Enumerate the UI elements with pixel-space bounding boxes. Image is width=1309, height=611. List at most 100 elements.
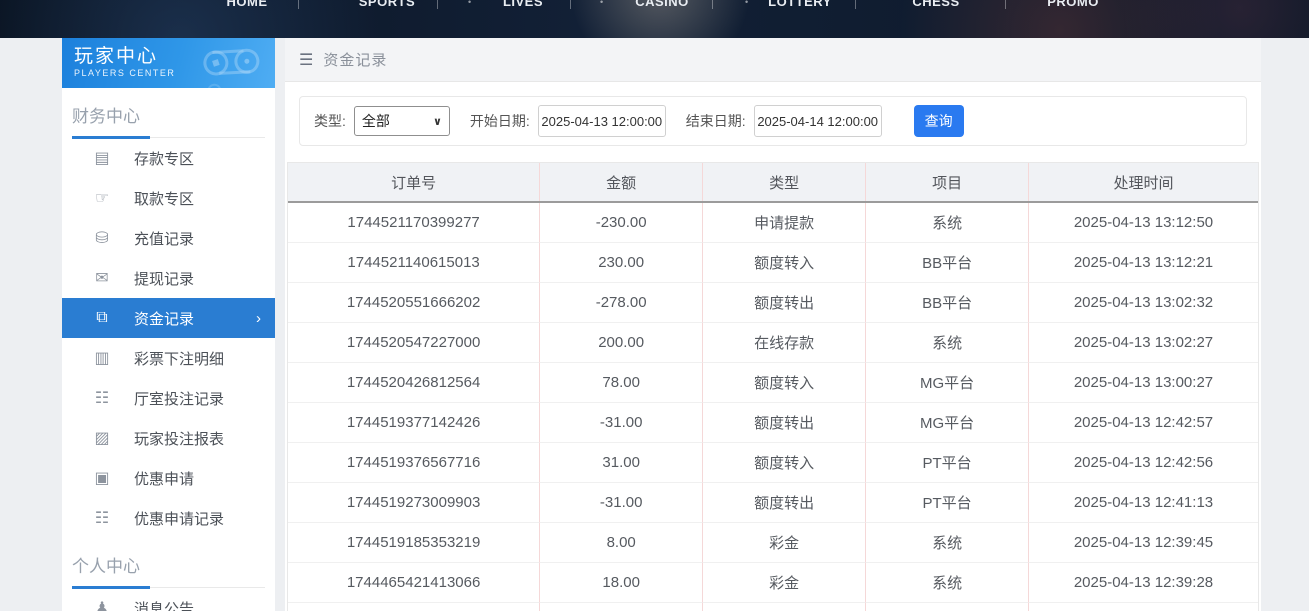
- sidebar-item-取款专区[interactable]: ☞取款专区: [62, 178, 275, 218]
- promo-record-list-icon: ☷: [92, 508, 112, 528]
- table-header-cell: 金额: [540, 163, 703, 201]
- sidebar-item-优惠申请记录[interactable]: ☷ 优惠申请记录: [62, 498, 275, 538]
- table-cell: -278.00: [540, 283, 703, 323]
- table-row-partial: [288, 603, 1258, 611]
- table-row[interactable]: 174446542141306618.00彩金系统2025-04-13 12:3…: [288, 563, 1258, 603]
- table-cell: 2025-04-13 12:39:45: [1029, 523, 1258, 563]
- table-cell: 系统: [866, 203, 1029, 243]
- table-cell: 2025-04-13 12:42:57: [1029, 403, 1258, 443]
- table-row[interactable]: 1744521170399277-230.00申请提款系统2025-04-13 …: [288, 203, 1258, 243]
- sidebar-section-header: 财务中心: [72, 98, 265, 138]
- table-cell: BB平台: [866, 283, 1029, 323]
- table-cell: 申请提款: [703, 203, 866, 243]
- table-cell: MG平台: [866, 403, 1029, 443]
- filter-bar: 类型: 全部 ∨ 开始日期: 结束日期: 查询: [299, 96, 1247, 146]
- table-cell: BB平台: [866, 243, 1029, 283]
- end-date-input[interactable]: [754, 105, 882, 137]
- table-row[interactable]: 1744519377142426-31.00额度转出MG平台2025-04-13…: [288, 403, 1258, 443]
- lottery-detail-icon: ▥: [92, 348, 112, 368]
- sidebar-item-label: 厅室投注记录: [134, 388, 224, 409]
- table-header-cell: 类型: [703, 163, 866, 201]
- sidebar-item-提现记录[interactable]: ✉ 提现记录: [62, 258, 275, 298]
- breadcrumb: ☰ 资金记录: [285, 38, 1261, 82]
- nav-separator: [298, 0, 299, 9]
- table-cell: 2025-04-13 12:39:28: [1029, 563, 1258, 603]
- table-cell: 彩金: [703, 563, 866, 603]
- table-cell: -31.00: [540, 483, 703, 523]
- hamburger-menu-icon[interactable]: ☰: [299, 50, 313, 70]
- table-row[interactable]: 1744519273009903-31.00额度转出PT平台2025-04-13…: [288, 483, 1258, 523]
- table-cell: 1744465421413066: [288, 563, 540, 603]
- table-cell: [1029, 603, 1258, 611]
- promo-apply-icon: ▣: [92, 468, 112, 488]
- table-cell: PT平台: [866, 443, 1029, 483]
- table-cell: [866, 603, 1029, 611]
- table-cell: 1744521170399277: [288, 203, 540, 243]
- type-select[interactable]: 全部 ∨: [354, 106, 450, 136]
- table-cell: 1744519273009903: [288, 483, 540, 523]
- table-cell: 78.00: [540, 363, 703, 403]
- table-cell: 1744519376567716: [288, 443, 540, 483]
- table-cell: 2025-04-13 13:02:27: [1029, 323, 1258, 363]
- players-center-header: 玩家中心 PLAYERS CENTER: [62, 38, 275, 88]
- nav-separator: [570, 0, 571, 9]
- table-cell: 额度转出: [703, 483, 866, 523]
- end-date-label: 结束日期:: [686, 111, 746, 131]
- sidebar-item-彩票下注明细[interactable]: ▥彩票下注明细: [62, 338, 275, 378]
- moneybag-icon: ⛁: [92, 228, 112, 248]
- table-cell: 系统: [866, 523, 1029, 563]
- table-cell: 1744520551666202: [288, 283, 540, 323]
- chevron-right-icon: ›: [256, 310, 261, 327]
- room-bet-list-icon: ☷: [92, 388, 112, 408]
- funds-record-table: 订单号金额类型项目处理时间1744521170399277-230.00申请提款…: [287, 162, 1259, 611]
- sidebar-item-存款专区[interactable]: ▤存款专区: [62, 138, 275, 178]
- nav-item-chess[interactable]: CHESS: [912, 0, 959, 9]
- nav-item-home[interactable]: HOME: [227, 0, 268, 9]
- table-cell: 额度转出: [703, 283, 866, 323]
- sidebar-item-厅室投注记录[interactable]: ☷ 厅室投注记录: [62, 378, 275, 418]
- table-row[interactable]: 17445191853532198.00彩金系统2025-04-13 12:39…: [288, 523, 1258, 563]
- table-cell: [540, 603, 703, 611]
- table-cell: 2025-04-13 12:41:13: [1029, 483, 1258, 523]
- sidebar-item-label: 取款专区: [134, 188, 194, 209]
- chevron-down-icon: ∨: [433, 115, 442, 128]
- announcement-user-icon: ♟: [92, 598, 112, 611]
- table-header-cell: 处理时间: [1029, 163, 1258, 201]
- sidebar-item-优惠申请[interactable]: ▣ 优惠申请: [62, 458, 275, 498]
- sidebar-item-资金记录[interactable]: ⧉资金记录›: [62, 298, 275, 338]
- wallet-icon: ✉: [92, 268, 112, 288]
- nav-item-sports[interactable]: SPORTS: [359, 0, 415, 9]
- table-cell: 2025-04-13 13:12:50: [1029, 203, 1258, 243]
- sidebar: 玩家中心 PLAYERS CENTER 财务中心▤存款专区☞取款专区⛁充值记录✉…: [62, 38, 275, 611]
- type-label: 类型:: [314, 111, 346, 131]
- nav-item-promo[interactable]: PROMO: [1047, 0, 1099, 9]
- table-cell: 额度转入: [703, 243, 866, 283]
- table-cell: [288, 603, 540, 611]
- main-panel: ☰ 资金记录 类型: 全部 ∨ 开始日期: 结束日期: 查询 订单号金额类型项目…: [285, 38, 1261, 611]
- nav-item-lives[interactable]: LIVES: [503, 0, 543, 9]
- table-row[interactable]: 1744520551666202-278.00额度转出BB平台2025-04-1…: [288, 283, 1258, 323]
- table-cell: 1744519377142426: [288, 403, 540, 443]
- table-header-row: 订单号金额类型项目处理时间: [288, 163, 1258, 203]
- table-cell: MG平台: [866, 363, 1029, 403]
- table-cell: 1744520426812564: [288, 363, 540, 403]
- gamepad-icon: [195, 40, 269, 88]
- sidebar-item-label: 优惠申请记录: [134, 508, 224, 529]
- table-row[interactable]: 1744520547227000200.00在线存款系统2025-04-13 1…: [288, 323, 1258, 363]
- table-row[interactable]: 174451937656771631.00额度转入PT平台2025-04-13 …: [288, 443, 1258, 483]
- search-button[interactable]: 查询: [914, 105, 964, 137]
- table-row[interactable]: 174452042681256478.00额度转入MG平台2025-04-13 …: [288, 363, 1258, 403]
- table-row[interactable]: 1744521140615013230.00额度转入BB平台2025-04-13…: [288, 243, 1258, 283]
- sidebar-item-消息公告[interactable]: ♟ 消息公告: [62, 588, 275, 611]
- sidebar-item-label: 优惠申请: [134, 468, 194, 489]
- casino-icon: •: [600, 0, 603, 7]
- start-date-input[interactable]: [538, 105, 666, 137]
- nav-item-lottery[interactable]: LOTTERY: [768, 0, 832, 9]
- sidebar-item-充值记录[interactable]: ⛁充值记录: [62, 218, 275, 258]
- nav-item-casino[interactable]: CASINO: [635, 0, 689, 9]
- table-cell: 额度转入: [703, 363, 866, 403]
- page-title: 资金记录: [323, 49, 387, 70]
- sidebar-item-label: 提现记录: [134, 268, 194, 289]
- sidebar-item-玩家投注报表[interactable]: ▨玩家投注报表: [62, 418, 275, 458]
- sidebar-item-label: 消息公告: [134, 598, 194, 611]
